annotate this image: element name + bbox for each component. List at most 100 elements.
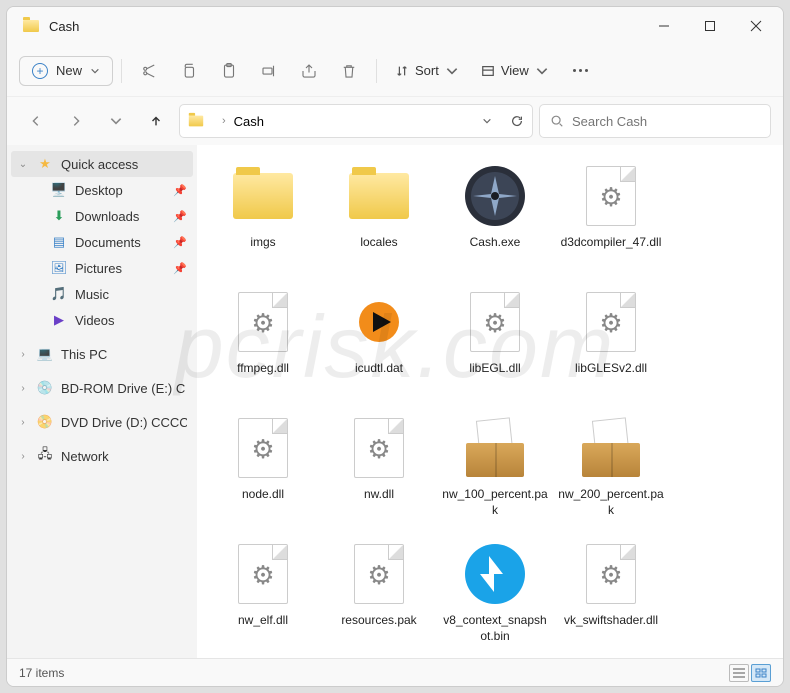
folder-icon xyxy=(23,20,39,32)
icons-view-toggle[interactable] xyxy=(751,664,771,682)
search-icon xyxy=(550,114,564,128)
file-item[interactable]: nw_200_percent.pak xyxy=(553,409,669,535)
sidebar-item-videos[interactable]: ▶Videos xyxy=(25,307,193,333)
recent-button[interactable] xyxy=(99,104,133,138)
file-grid[interactable]: imgslocales Cash.exe d3dcompiler_47.dllffm… xyxy=(197,145,783,658)
file-item[interactable]: vk_swiftshader.dll xyxy=(553,535,669,658)
titlebar: Cash xyxy=(7,7,783,45)
file-icon xyxy=(576,287,646,357)
file-icon xyxy=(576,161,646,231)
file-label: v8_context_snapshot.bin xyxy=(440,613,550,644)
file-item[interactable]: icudtl.dat xyxy=(321,283,437,409)
cut-button[interactable] xyxy=(130,53,168,89)
forward-button[interactable] xyxy=(59,104,93,138)
paste-button[interactable] xyxy=(210,53,248,89)
chevron-right-icon: › xyxy=(222,115,226,127)
file-icon xyxy=(576,413,646,483)
file-label: nw_100_percent.pak xyxy=(440,487,550,518)
file-icon xyxy=(228,413,298,483)
toolbar: + New Sort View xyxy=(7,45,783,97)
new-label: New xyxy=(56,63,82,78)
pin-icon: 📌 xyxy=(173,184,187,197)
address-bar[interactable]: › Cash xyxy=(179,104,533,138)
file-item[interactable]: locales xyxy=(321,157,437,283)
file-item[interactable]: d3dcompiler_47.dll xyxy=(553,157,669,283)
view-icon xyxy=(481,64,495,78)
file-icon xyxy=(344,161,414,231)
file-item[interactable]: nw_100_percent.pak xyxy=(437,409,553,535)
share-button[interactable] xyxy=(290,53,328,89)
file-item[interactable]: libGLESv2.dll xyxy=(553,283,669,409)
statusbar: 17 items xyxy=(7,658,783,686)
up-button[interactable] xyxy=(139,104,173,138)
file-item[interactable]: resources.pak xyxy=(321,535,437,658)
rename-button[interactable] xyxy=(250,53,288,89)
delete-button[interactable] xyxy=(330,53,368,89)
details-view-toggle[interactable] xyxy=(729,664,749,682)
file-item[interactable]: node.dll xyxy=(205,409,321,535)
file-icon xyxy=(344,539,414,609)
sort-icon xyxy=(395,64,409,78)
disc-icon: 📀 xyxy=(37,414,53,430)
explorer-window: Cash + New Sort View xyxy=(6,6,784,687)
sidebar-quick-access[interactable]: ⌄ ★ Quick access xyxy=(11,151,193,177)
chevron-right-icon: › xyxy=(17,417,29,428)
breadcrumb-item[interactable]: Cash xyxy=(234,114,264,129)
view-button[interactable]: View xyxy=(471,57,559,84)
sidebar-item-pictures[interactable]: 🖼Pictures📌 xyxy=(25,255,193,281)
sidebar-item-downloads[interactable]: ⬇Downloads📌 xyxy=(25,203,193,229)
file-item[interactable]: ffmpeg.dll xyxy=(205,283,321,409)
file-item[interactable]: nw_elf.dll xyxy=(205,535,321,658)
file-label: resources.pak xyxy=(341,613,416,629)
sidebar: ⌄ ★ Quick access 🖥️Desktop📌 ⬇Downloads📌 … xyxy=(7,145,197,658)
sidebar-bdrom[interactable]: ›💿BD-ROM Drive (E:) C xyxy=(11,375,193,401)
chevron-right-icon: › xyxy=(17,349,29,360)
file-icon xyxy=(344,287,414,357)
chevron-down-icon: ⌄ xyxy=(17,159,29,170)
search-input[interactable] xyxy=(539,104,771,138)
file-icon xyxy=(460,287,530,357)
file-item[interactable]: nw.dll xyxy=(321,409,437,535)
chevron-down-icon xyxy=(535,64,549,78)
copy-button[interactable] xyxy=(170,53,208,89)
sidebar-item-desktop[interactable]: 🖥️Desktop📌 xyxy=(25,177,193,203)
file-item[interactable]: libEGL.dll xyxy=(437,283,553,409)
maximize-button[interactable] xyxy=(687,7,733,45)
refresh-icon[interactable] xyxy=(510,114,524,128)
file-item[interactable]: v8_context_snapshot.bin xyxy=(437,535,553,658)
sidebar-item-music[interactable]: 🎵Music xyxy=(25,281,193,307)
sidebar-this-pc[interactable]: ›💻This PC xyxy=(11,341,193,367)
chevron-down-icon xyxy=(90,66,100,76)
new-button[interactable]: + New xyxy=(19,56,113,86)
chevron-down-icon[interactable] xyxy=(482,116,492,126)
picture-icon: 🖼 xyxy=(51,260,67,276)
navbar: › Cash xyxy=(7,97,783,145)
document-icon: ▤ xyxy=(51,234,67,250)
content-area: ⌄ ★ Quick access 🖥️Desktop📌 ⬇Downloads📌 … xyxy=(7,145,783,658)
sidebar-dvd[interactable]: ›📀DVD Drive (D:) CCCC xyxy=(11,409,193,435)
file-label: nw.dll xyxy=(364,487,394,503)
close-button[interactable] xyxy=(733,7,779,45)
network-icon: 🖧 xyxy=(37,448,53,464)
sidebar-item-documents[interactable]: ▤Documents📌 xyxy=(25,229,193,255)
file-item[interactable]: imgs xyxy=(205,157,321,283)
sidebar-network[interactable]: ›🖧Network xyxy=(11,443,193,469)
file-label: nw_elf.dll xyxy=(238,613,288,629)
file-label: Cash.exe xyxy=(470,235,521,251)
pc-icon: 💻 xyxy=(37,346,53,362)
minimize-button[interactable] xyxy=(641,7,687,45)
file-label: nw_200_percent.pak xyxy=(556,487,666,518)
chevron-right-icon: › xyxy=(17,383,29,394)
music-icon: 🎵 xyxy=(51,286,67,302)
chevron-down-icon xyxy=(445,64,459,78)
video-icon: ▶ xyxy=(51,312,67,328)
folder-icon xyxy=(189,116,203,127)
search-field[interactable] xyxy=(572,114,760,129)
file-icon xyxy=(344,413,414,483)
back-button[interactable] xyxy=(19,104,53,138)
file-item[interactable]: Cash.exe xyxy=(437,157,553,283)
file-icon xyxy=(460,539,530,609)
sort-button[interactable]: Sort xyxy=(385,57,469,84)
more-button[interactable] xyxy=(561,69,600,72)
download-icon: ⬇ xyxy=(51,208,67,224)
